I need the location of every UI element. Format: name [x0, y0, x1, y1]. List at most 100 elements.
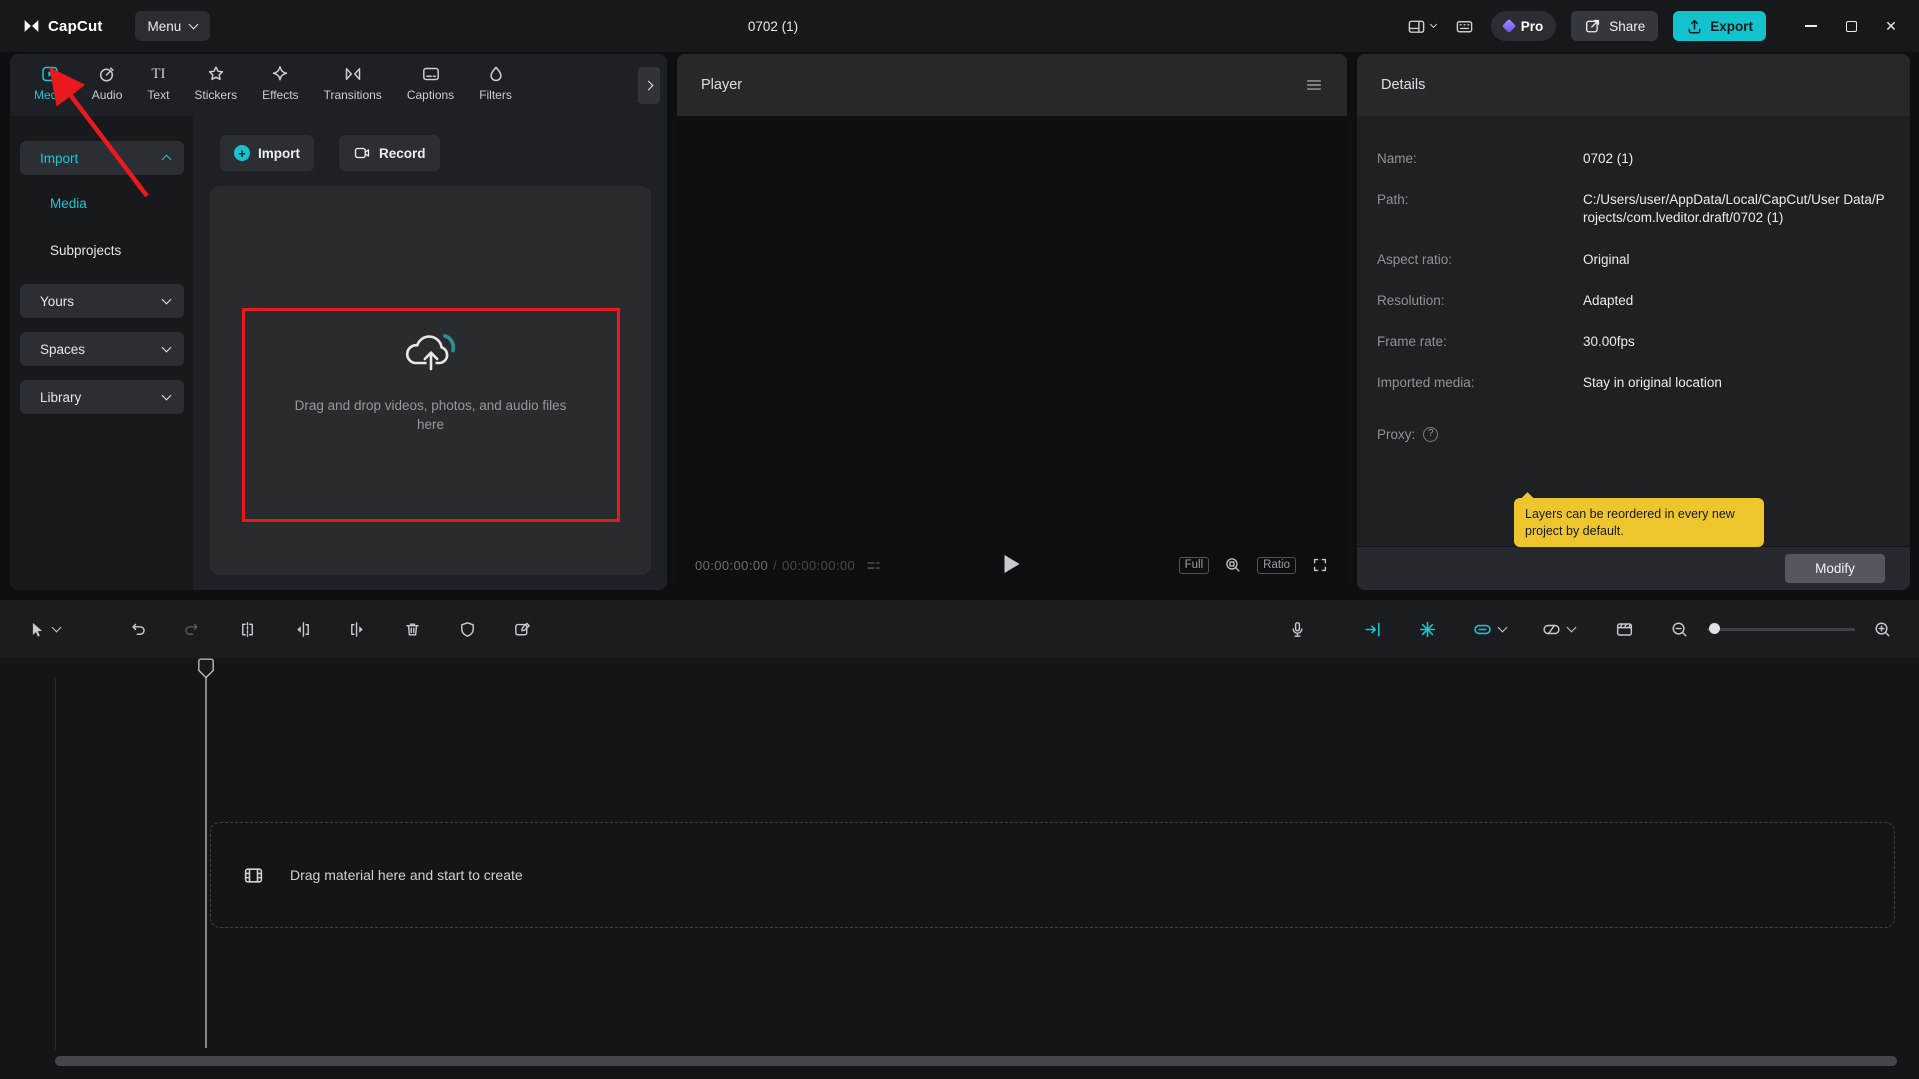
tab-effects[interactable]: Effects [254, 63, 306, 103]
tab-captions[interactable]: Captions [399, 63, 462, 103]
export-label: Export [1710, 18, 1753, 34]
help-circle-icon[interactable]: ? [1423, 426, 1439, 442]
layout-toggle-button[interactable] [1405, 13, 1438, 40]
delete-left-button[interactable] [288, 615, 317, 644]
maximize-icon [1845, 20, 1857, 32]
detail-value: Adapted [1583, 292, 1634, 308]
fullscreen-icon[interactable] [1311, 556, 1329, 574]
player-header: Player [677, 54, 1347, 116]
tab-stickers[interactable]: Stickers [186, 63, 245, 103]
full-toggle[interactable]: Full [1178, 556, 1210, 574]
split-button[interactable] [233, 615, 262, 644]
record-voiceover-button[interactable] [1283, 615, 1312, 644]
sidebar-item-label: Import [40, 150, 79, 166]
sidebar-item-library[interactable]: Library [20, 380, 184, 414]
select-tool-button[interactable] [22, 615, 65, 644]
menu-button[interactable]: Menu [134, 11, 211, 41]
timeline-zoom-slider[interactable] [1707, 623, 1855, 634]
menu-label: Menu [147, 18, 182, 34]
redo-button[interactable] [178, 615, 207, 644]
text-icon: TI [151, 65, 166, 82]
detail-value: 30.00fps [1583, 334, 1635, 350]
sidebar-item-spaces[interactable]: Spaces [20, 332, 184, 366]
link-clips-toggle[interactable] [1468, 615, 1511, 644]
tab-label: Effects [262, 88, 299, 102]
undo-button[interactable] [123, 615, 152, 644]
zoom-in-button[interactable] [1868, 615, 1897, 644]
tab-audio[interactable]: Audio [84, 63, 131, 103]
player-controls: 00:00:00:00 / 00:00:00:00 Full Ratio [677, 540, 1347, 590]
chevron-down-icon [51, 622, 62, 633]
shield-mask-icon [458, 620, 477, 639]
detail-label: Path: [1377, 192, 1409, 208]
magnetic-snap-toggle[interactable] [1413, 615, 1442, 644]
hamburger-icon [1305, 76, 1323, 94]
timeline[interactable]: Drag material here and start to create [0, 658, 1919, 1079]
sidebar-item-subprojects[interactable]: Subprojects [20, 227, 184, 274]
pro-button[interactable]: Pro [1490, 11, 1557, 41]
sidebar-item-label: Yours [40, 293, 75, 309]
proxy-label: Proxy: [1377, 426, 1416, 442]
detail-value: Original [1583, 251, 1630, 267]
keyboard-shortcuts-icon [1455, 17, 1474, 36]
import-button[interactable]: + Import [220, 135, 314, 171]
tab-label: Captions [406, 88, 455, 102]
player-menu-button[interactable] [1305, 76, 1323, 94]
zoom-out-button[interactable] [1665, 615, 1694, 644]
stickers-icon [206, 64, 226, 84]
details-footer: Modify [1357, 546, 1910, 590]
maximize-button[interactable] [1837, 11, 1865, 41]
minimize-icon [1805, 25, 1817, 27]
record-button[interactable]: Record [339, 135, 440, 171]
modify-button[interactable]: Modify [1785, 554, 1885, 583]
slider-thumb[interactable] [1709, 623, 1720, 634]
tab-transitions[interactable]: Transitions [316, 63, 390, 103]
delete-button[interactable] [398, 615, 427, 644]
sidebar-item-media[interactable]: Media [20, 180, 184, 227]
tab-text[interactable]: TI Text [139, 63, 177, 103]
magnetic-snap-icon [1418, 620, 1437, 639]
tab-label: Transitions [323, 88, 382, 102]
more-tabs-button[interactable] [638, 67, 660, 104]
captions-icon [421, 64, 441, 84]
zoom-fit-icon[interactable] [1224, 556, 1242, 574]
mask-button[interactable] [453, 615, 482, 644]
play-button[interactable] [1004, 555, 1020, 573]
share-button[interactable]: Share [1571, 11, 1659, 41]
track-options-button[interactable] [1537, 615, 1580, 644]
tab-filters[interactable]: Filters [471, 63, 520, 103]
time-separator: / [773, 557, 778, 573]
tab-media[interactable]: Media [26, 63, 75, 103]
close-button[interactable]: ✕ [1877, 11, 1905, 41]
effects-icon [270, 64, 290, 84]
details-panel: Details Name: 0702 (1) Path: C:/Users/us… [1357, 54, 1910, 590]
redo-icon [183, 620, 202, 639]
sidebar-item-label: Library [40, 389, 82, 405]
delete-right-button[interactable] [343, 615, 372, 644]
timeline-dropzone-text: Drag material here and start to create [290, 867, 523, 883]
capcut-logo-icon [22, 17, 41, 35]
detail-label: Name: [1377, 151, 1417, 166]
detail-value: C:/Users/user/AppData/Local/CapCut/User … [1583, 192, 1885, 226]
media-tab-bar: Media Audio TI Text Stickers Effects Tra… [10, 54, 667, 116]
auto-ripple-toggle[interactable] [1358, 615, 1387, 644]
share-icon [1584, 17, 1602, 35]
media-dropzone[interactable]: Drag and drop videos, photos, and audio … [210, 186, 651, 575]
timeline-scrollbar[interactable] [55, 1056, 1897, 1066]
delete-right-icon [348, 620, 367, 639]
player-viewport[interactable]: 00:00:00:00 / 00:00:00:00 Full Ratio [677, 116, 1347, 590]
shortcuts-button[interactable] [1453, 13, 1476, 40]
sidebar-item-import[interactable]: Import [20, 141, 184, 175]
preview-quality-button[interactable] [1610, 615, 1639, 644]
edit-button[interactable] [508, 615, 537, 644]
ratio-toggle[interactable]: Ratio [1257, 556, 1296, 574]
minimize-button[interactable] [1797, 11, 1825, 41]
sidebar-item-yours[interactable]: Yours [20, 284, 184, 318]
pro-diamond-icon [1501, 18, 1516, 34]
timeline-dropzone[interactable]: Drag material here and start to create [210, 822, 1895, 928]
export-button[interactable]: Export [1673, 11, 1766, 41]
detail-label: Imported media: [1377, 375, 1475, 391]
auto-ripple-icon [1363, 620, 1382, 639]
player-view-options: Full Ratio [1178, 556, 1329, 574]
duration-settings-icon[interactable] [865, 557, 882, 574]
